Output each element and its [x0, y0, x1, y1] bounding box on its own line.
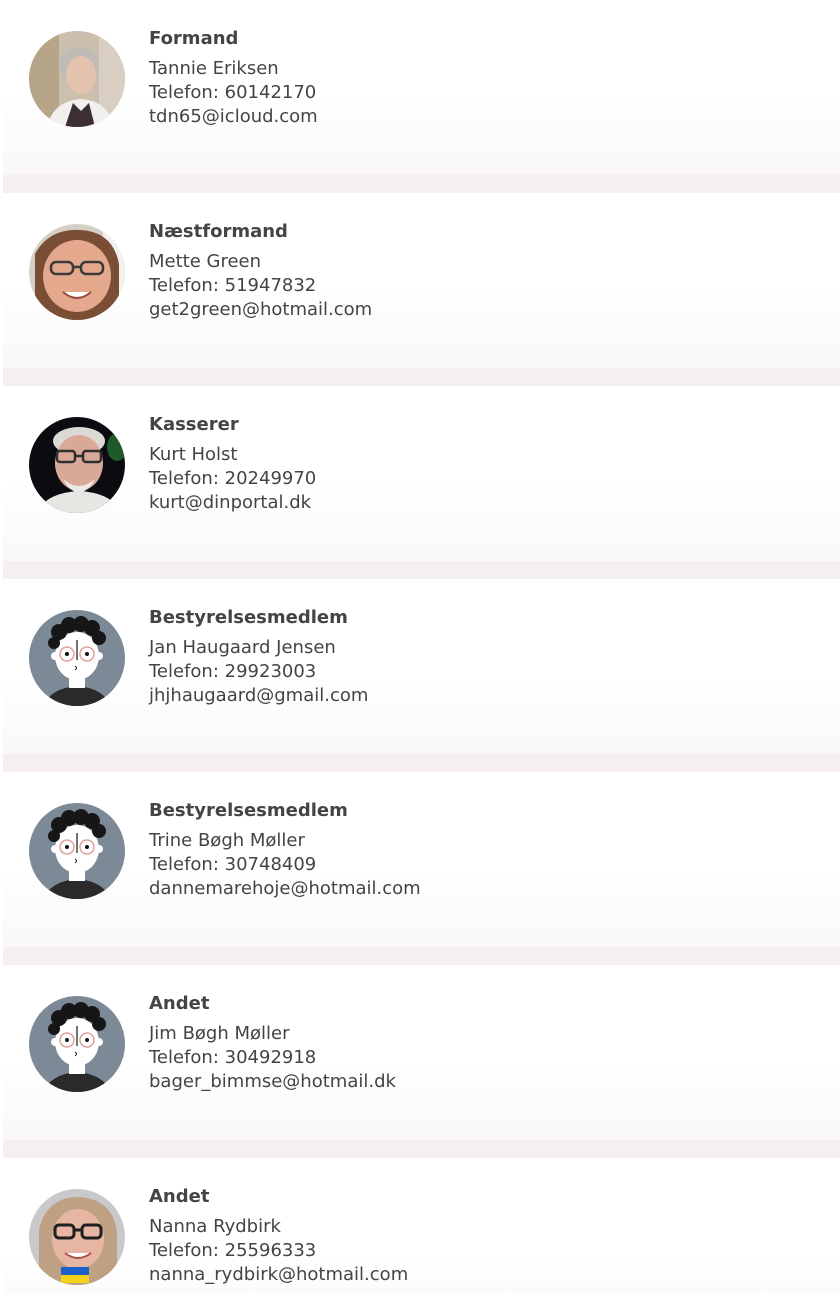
member-photo	[29, 31, 125, 127]
member-role: Kasserer	[149, 414, 239, 435]
placeholder-avatar-icon	[29, 996, 125, 1092]
member-photo	[29, 1189, 125, 1285]
member-name: Tannie Eriksen	[149, 58, 279, 79]
member-phone[interactable]: Telefon: 30748409	[149, 853, 421, 877]
member-card: Bestyrelsesmedlem Trine Bøgh Møller Tele…	[3, 772, 840, 947]
member-email[interactable]: kurt@dinportal.dk	[149, 491, 316, 515]
member-card: Formand Tannie Eriksen Telefon: 60142170…	[3, 0, 840, 175]
separator	[3, 175, 840, 193]
member-phone[interactable]: Telefon: 30492918	[149, 1046, 396, 1070]
separator	[3, 368, 840, 386]
member-name: Jan Haugaard Jensen	[149, 637, 336, 658]
member-card: Næstformand Mette Green Telefon: 5194783…	[3, 193, 840, 368]
member-email[interactable]: dannemarehoje@hotmail.com	[149, 877, 421, 901]
separator	[3, 754, 840, 772]
member-phone[interactable]: Telefon: 25596333	[149, 1239, 408, 1263]
separator	[3, 947, 840, 965]
member-email[interactable]: tdn65@icloud.com	[149, 105, 318, 129]
placeholder-avatar-icon	[29, 610, 125, 706]
board-member-list: Formand Tannie Eriksen Telefon: 60142170…	[0, 0, 840, 1294]
member-role: Bestyrelsesmedlem	[149, 800, 348, 821]
member-role: Bestyrelsesmedlem	[149, 607, 348, 628]
member-phone[interactable]: Telefon: 60142170	[149, 81, 318, 105]
placeholder-avatar-icon	[29, 803, 125, 899]
separator	[3, 1140, 840, 1158]
member-role: Andet	[149, 1186, 210, 1207]
member-photo	[29, 417, 125, 513]
member-card: Kasserer Kurt Holst Telefon: 20249970 ku…	[3, 386, 840, 561]
separator	[3, 561, 840, 579]
member-card: Andet Jim Bøgh Møller Telefon: 30492918 …	[3, 965, 840, 1140]
member-email[interactable]: nanna_rydbirk@hotmail.com	[149, 1263, 408, 1287]
member-photo	[29, 224, 125, 320]
member-phone[interactable]: Telefon: 51947832	[149, 274, 372, 298]
member-card: Bestyrelsesmedlem Jan Haugaard Jensen Te…	[3, 579, 840, 754]
member-role: Andet	[149, 993, 210, 1014]
member-name: Kurt Holst	[149, 444, 238, 465]
member-phone[interactable]: Telefon: 29923003	[149, 660, 368, 684]
member-email[interactable]: jhjhaugaard@gmail.com	[149, 684, 368, 708]
member-email[interactable]: bager_bimmse@hotmail.dk	[149, 1070, 396, 1094]
member-name: Trine Bøgh Møller	[149, 830, 305, 851]
member-name: Jim Bøgh Møller	[149, 1023, 290, 1044]
member-name: Mette Green	[149, 251, 262, 272]
member-card: Andet Nanna Rydbirk Telefon: 25596333 na…	[3, 1158, 840, 1294]
member-role: Næstformand	[149, 221, 288, 242]
member-phone[interactable]: Telefon: 20249970	[149, 467, 316, 491]
member-email[interactable]: get2green@hotmail.com	[149, 298, 372, 322]
member-name: Nanna Rydbirk	[149, 1216, 281, 1237]
member-role: Formand	[149, 28, 239, 49]
